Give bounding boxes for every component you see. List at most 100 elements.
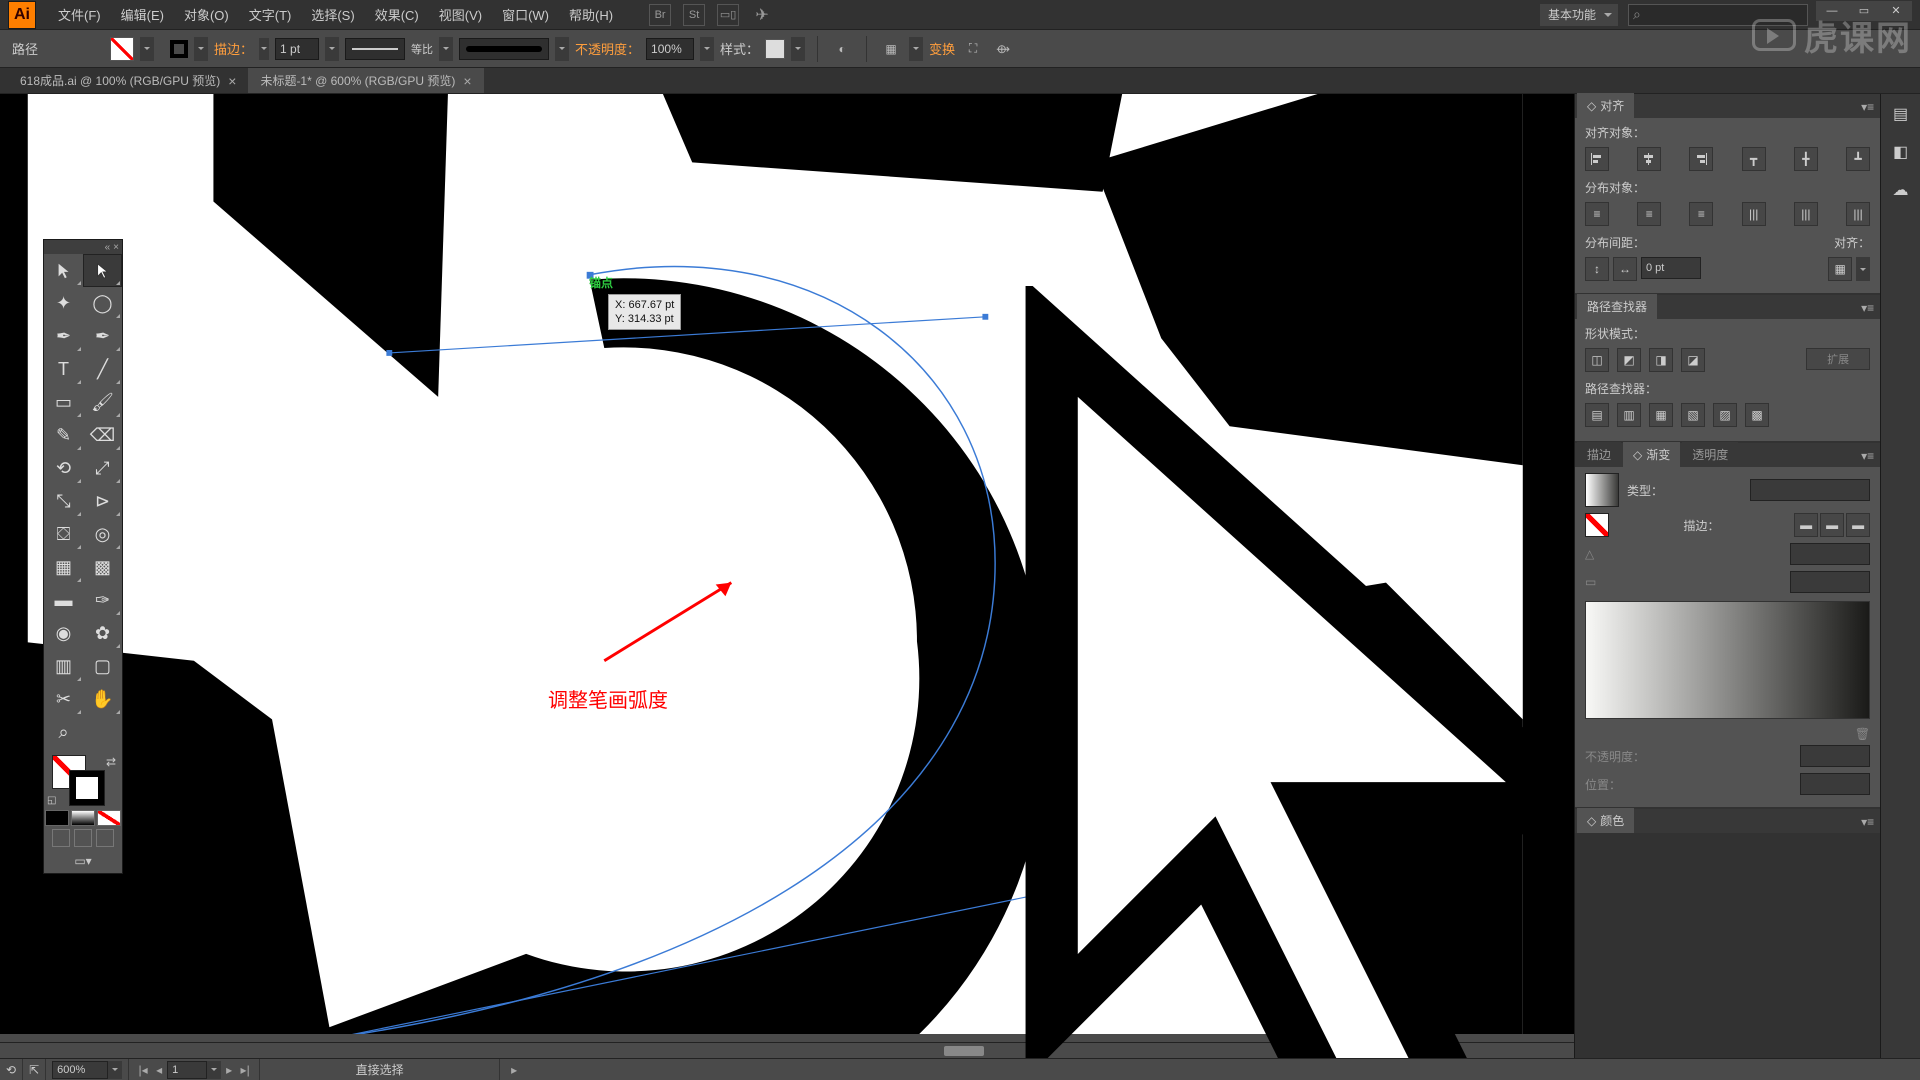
grad-opacity-input[interactable] [1800, 745, 1870, 767]
stroke-swatch[interactable] [170, 40, 188, 58]
stock-icon[interactable]: St [683, 4, 705, 26]
type-tool[interactable]: T [44, 353, 83, 386]
panel-menu-icon[interactable]: ▾≡ [1855, 445, 1880, 467]
edit-contents-icon[interactable]: ⟴ [991, 37, 1015, 61]
align-bottom-button[interactable]: ┻ [1846, 147, 1870, 171]
grad-position-input[interactable] [1800, 773, 1870, 795]
hand-tool[interactable]: ✋ [83, 683, 122, 716]
workspace-switcher[interactable]: 基本功能 [1540, 4, 1618, 26]
gradient-type-dropdown[interactable] [1750, 479, 1870, 501]
align-left-button[interactable] [1585, 147, 1609, 171]
gradient-preview-swatch[interactable] [1585, 473, 1619, 507]
menu-edit[interactable]: 编辑(E) [111, 5, 174, 24]
bridge-icon[interactable]: Br [649, 4, 671, 26]
artboard-number-input[interactable] [167, 1061, 207, 1079]
paintbrush-tool[interactable]: 🖌 [83, 386, 122, 419]
align-dropdown[interactable] [909, 37, 923, 61]
stroke-linker-icon[interactable] [259, 38, 269, 60]
expand-button[interactable]: 扩展 [1806, 348, 1870, 370]
color-mode-none[interactable] [97, 810, 121, 826]
align-panel-icon[interactable]: ▦ [879, 37, 903, 61]
zoom-dropdown[interactable] [108, 1061, 122, 1079]
align-hcenter-button[interactable] [1637, 147, 1661, 171]
menu-window[interactable]: 窗口(W) [492, 5, 559, 24]
zoom-tool[interactable]: ⌕ [44, 716, 83, 749]
default-fill-stroke-icon[interactable]: ◱ [47, 795, 56, 806]
delete-stop-icon[interactable]: 🗑 [1585, 727, 1870, 741]
menu-view[interactable]: 视图(V) [429, 5, 492, 24]
symbol-sprayer-tool[interactable]: ✿ [83, 617, 122, 650]
stroke-weight-input[interactable] [275, 38, 319, 60]
dist-bottom-button[interactable]: ≡ [1689, 202, 1713, 226]
grad-stroke-across-button[interactable]: ▬ [1846, 513, 1870, 537]
dist-top-button[interactable]: ≡ [1585, 202, 1609, 226]
scale-tool[interactable]: ⤡ [44, 485, 83, 518]
draw-inside[interactable] [96, 829, 114, 847]
minimize-button[interactable]: — [1816, 1, 1848, 21]
prev-artboard-button[interactable]: ◂ [151, 1063, 167, 1077]
menu-effect[interactable]: 效果(C) [365, 5, 429, 24]
align-tab[interactable]: ◇对齐 [1577, 93, 1634, 118]
spacing-input[interactable]: 0 pt [1641, 257, 1701, 279]
minus-back-button[interactable]: ▩ [1745, 403, 1769, 427]
align-right-button[interactable] [1689, 147, 1713, 171]
opacity-label[interactable]: 不透明度： [575, 39, 640, 58]
pathfinder-tab[interactable]: 路径查找器 [1577, 294, 1657, 319]
mesh-tool[interactable]: ▩ [83, 551, 122, 584]
align-vcenter-button[interactable]: ╋ [1794, 147, 1818, 171]
width-tool[interactable]: ⊳ [83, 485, 122, 518]
artboard-dropdown[interactable] [207, 1061, 221, 1079]
draw-behind[interactable] [74, 829, 92, 847]
minus-front-button[interactable]: ◩ [1617, 348, 1641, 372]
first-artboard-button[interactable]: |◂ [135, 1063, 151, 1077]
fill-stroke-control[interactable]: ⇄ ◱ [44, 751, 122, 809]
graphic-style-swatch[interactable] [765, 39, 785, 59]
menu-select[interactable]: 选择(S) [301, 5, 364, 24]
menu-file[interactable]: 文件(F) [48, 5, 111, 24]
panel-menu-icon[interactable]: ▾≡ [1855, 96, 1880, 118]
panel-menu-icon[interactable]: ▾≡ [1855, 297, 1880, 319]
brush-definition[interactable] [459, 38, 549, 60]
dist-hcenter-button[interactable]: ||| [1794, 202, 1818, 226]
divide-button[interactable]: ▤ [1585, 403, 1609, 427]
align-to-dropdown[interactable] [1856, 257, 1870, 281]
gradient-tool[interactable]: ▬ [44, 584, 83, 617]
free-transform-tool[interactable]: ⛋ [44, 518, 83, 551]
opacity-input[interactable] [646, 38, 694, 60]
dist-right-button[interactable]: ||| [1846, 202, 1870, 226]
rectangle-tool[interactable]: ▭ [44, 386, 83, 419]
intersect-button[interactable]: ◨ [1649, 348, 1673, 372]
lasso-tool[interactable]: ◯ [83, 287, 122, 320]
eraser-tool[interactable]: ⌫ [83, 419, 122, 452]
status-more-button[interactable]: ▸ [506, 1063, 522, 1077]
tab-close-icon[interactable]: × [463, 73, 471, 89]
document-tab-1[interactable]: 618成品.ai @ 100% (RGB/GPU 预览) × [8, 68, 248, 93]
dist-left-button[interactable]: ||| [1742, 202, 1766, 226]
stroke-profile-dropdown[interactable] [439, 37, 453, 61]
ribbon-properties-icon[interactable]: ▤ [1887, 100, 1915, 128]
gradient-ramp[interactable] [1585, 601, 1870, 719]
fill-swatch[interactable] [110, 37, 134, 61]
tool-panel-header[interactable]: «× [44, 240, 122, 254]
curvature-tool[interactable]: ✒ [83, 320, 122, 353]
graphic-style-dropdown[interactable] [791, 37, 805, 61]
close-button[interactable]: ✕ [1880, 1, 1912, 21]
rotate-tool[interactable]: ⟲ [44, 452, 83, 485]
stroke-swatch-dropdown[interactable] [194, 37, 208, 61]
status-nav-icon[interactable]: ⟲ [0, 1059, 23, 1080]
unite-button[interactable]: ◫ [1585, 348, 1609, 372]
document-tab-2[interactable]: 未标题-1* @ 600% (RGB/GPU 预览) × [248, 68, 483, 93]
slice-tool[interactable]: ✂ [44, 683, 83, 716]
outline-button[interactable]: ▨ [1713, 403, 1737, 427]
trim-button[interactable]: ▥ [1617, 403, 1641, 427]
isolate-icon[interactable]: ⛶ [961, 37, 985, 61]
gradient-aspect-input[interactable] [1790, 571, 1870, 593]
opacity-dropdown[interactable] [700, 37, 714, 61]
menu-object[interactable]: 对象(O) [174, 5, 239, 24]
ribbon-libraries-icon[interactable]: ☁ [1887, 176, 1915, 204]
eyedropper-tool[interactable]: ✑ [83, 584, 122, 617]
maximize-button[interactable]: ▭ [1848, 1, 1880, 21]
pencil-tool[interactable]: ✎ [44, 419, 83, 452]
menu-help[interactable]: 帮助(H) [559, 5, 623, 24]
stroke-panel-tab[interactable]: 描边 [1577, 442, 1621, 467]
